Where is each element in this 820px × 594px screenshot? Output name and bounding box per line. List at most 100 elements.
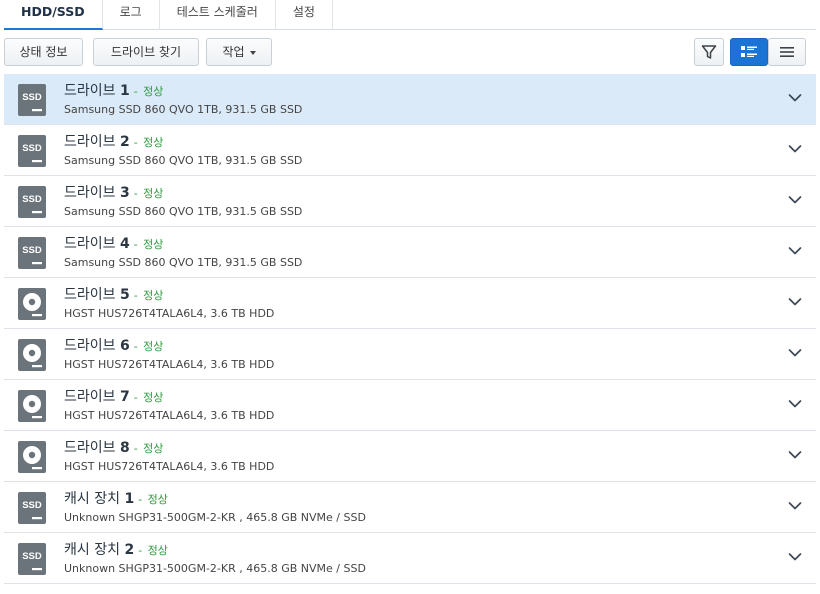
drive-description: HGST HUS726T4TALA6L4, 3.6 TB HDD (64, 307, 275, 320)
action-label: 작업 (222, 45, 245, 59)
drive-title: 드라이브 6- 정상 (64, 335, 163, 355)
status-separator: - (133, 187, 138, 200)
status-label: 정상 (143, 187, 164, 200)
chevron-down-icon[interactable] (788, 195, 802, 205)
chevron-down-icon[interactable] (788, 93, 802, 103)
status-label: 정상 (143, 238, 164, 251)
chevron-down-icon[interactable] (788, 246, 802, 256)
drive-description: Samsung SSD 860 QVO 1TB, 931.5 GB SSD (64, 256, 303, 269)
tab-settings[interactable]: 설정 (276, 0, 333, 30)
status-label: 정상 (143, 289, 164, 302)
drive-row[interactable]: SSD 드라이브 4- 정상 Samsung SSD 860 QVO 1TB, 93… (4, 227, 816, 278)
drive-description: Unknown SHGP31-500GM-2-KR , 465.8 GB NVM… (64, 562, 366, 575)
drive-number: 6 (119, 338, 130, 354)
status-label: 정상 (147, 544, 168, 557)
chevron-down-icon[interactable] (788, 501, 802, 511)
drive-description: Samsung SSD 860 QVO 1TB, 931.5 GB SSD (64, 103, 303, 116)
detail-view-button[interactable] (730, 38, 768, 66)
drive-title: 캐시 장치 2- 정상 (64, 539, 168, 559)
action-dropdown-button[interactable]: 작업 (206, 38, 272, 66)
status-separator: - (133, 391, 138, 404)
chevron-down-icon[interactable] (788, 144, 802, 154)
status-separator: - (138, 493, 143, 506)
drive-title: 드라이브 8- 정상 (64, 437, 163, 457)
drive-number: 5 (119, 287, 130, 303)
status-label: 정상 (143, 391, 164, 404)
ssd-icon: SSD (18, 237, 46, 269)
drive-row[interactable]: 드라이브 7- 정상 HGST HUS726T4TALA6L4, 3.6 TB H… (4, 380, 816, 431)
status-label: 정상 (143, 85, 164, 98)
tab-test-scheduler[interactable]: 테스트 스케줄러 (160, 0, 276, 30)
drive-row[interactable]: SSD 캐시 장치 2- 정상 Unknown SHGP31-500GM-2-KR … (4, 533, 816, 584)
drive-row[interactable]: 드라이브 8- 정상 HGST HUS726T4TALA6L4, 3.6 TB H… (4, 431, 816, 482)
ssd-icon: SSD (18, 135, 46, 167)
drive-title: 드라이브 3- 정상 (64, 182, 163, 202)
drive-row[interactable]: 드라이브 5- 정상 HGST HUS726T4TALA6L4, 3.6 TB H… (4, 278, 816, 329)
tab-bar: HDD/SSD 로그 테스트 스케줄러 설정 (4, 0, 816, 30)
caret-down-icon (249, 50, 256, 55)
chevron-down-icon[interactable] (788, 297, 802, 307)
chevron-down-icon[interactable] (788, 399, 802, 409)
status-label: 정상 (143, 340, 164, 353)
drive-name: 캐시 장치 (64, 491, 120, 507)
drive-name: 드라이브 (64, 236, 116, 252)
status-separator: - (133, 238, 138, 251)
drive-number: 8 (119, 440, 130, 456)
ssd-icon: SSD (18, 186, 46, 218)
hdd-icon (18, 288, 46, 320)
drive-name: 드라이브 (64, 185, 116, 201)
ssd-icon: SSD (18, 492, 46, 524)
detail-list-icon (741, 46, 757, 57)
drive-number: 2 (119, 134, 130, 150)
hdd-icon (18, 339, 46, 371)
drive-name: 드라이브 (64, 338, 116, 354)
drive-title: 캐시 장치 1- 정상 (64, 488, 168, 508)
drive-number: 1 (124, 491, 135, 507)
drive-number: 1 (119, 83, 130, 99)
drive-row[interactable]: SSD 캐시 장치 1- 정상 Unknown SHGP31-500GM-2-KR … (4, 482, 816, 533)
chevron-down-icon[interactable] (788, 348, 802, 358)
drive-name: 드라이브 (64, 440, 116, 456)
drive-row[interactable]: SSD 드라이브 2- 정상 Samsung SSD 860 QVO 1TB, 93… (4, 125, 816, 176)
status-separator: - (133, 85, 138, 98)
status-info-button[interactable]: 상태 정보 (4, 38, 83, 66)
drive-description: HGST HUS726T4TALA6L4, 3.6 TB HDD (64, 409, 275, 422)
drive-list: SSD 드라이브 1- 정상 Samsung SSD 860 QVO 1TB, 93… (4, 74, 816, 584)
list-view-button[interactable] (768, 38, 806, 66)
drive-name: 드라이브 (64, 83, 116, 99)
svg-text:SSD: SSD (22, 92, 42, 103)
drive-number: 2 (124, 542, 135, 558)
status-separator: - (133, 340, 138, 353)
chevron-down-icon[interactable] (788, 450, 802, 460)
ssd-icon: SSD (18, 543, 46, 575)
status-label: 정상 (143, 136, 164, 149)
drive-title: 드라이브 7- 정상 (64, 386, 163, 406)
tab-hdd-ssd[interactable]: HDD/SSD (4, 0, 103, 30)
drive-description: Unknown SHGP31-500GM-2-KR , 465.8 GB NVM… (64, 511, 366, 524)
hdd-icon (18, 390, 46, 422)
drive-row[interactable]: SSD 드라이브 1- 정상 Samsung SSD 860 QVO 1TB, 93… (4, 74, 816, 125)
status-separator: - (133, 289, 138, 302)
filter-icon (701, 45, 717, 59)
drive-number: 7 (119, 389, 130, 405)
ssd-icon: SSD (18, 84, 46, 116)
status-label: 정상 (147, 493, 168, 506)
drive-title: 드라이브 2- 정상 (64, 131, 163, 151)
toolbar: 상태 정보 드라이브 찾기 작업 (4, 38, 816, 66)
tab-log[interactable]: 로그 (103, 0, 160, 30)
drive-description: HGST HUS726T4TALA6L4, 3.6 TB HDD (64, 460, 275, 473)
drive-title: 드라이브 4- 정상 (64, 233, 163, 253)
drive-name: 드라이브 (64, 134, 116, 150)
drive-row[interactable]: 드라이브 6- 정상 HGST HUS726T4TALA6L4, 3.6 TB H… (4, 329, 816, 380)
drive-name: 캐시 장치 (64, 542, 120, 558)
status-separator: - (138, 544, 143, 557)
status-separator: - (133, 136, 138, 149)
chevron-down-icon[interactable] (788, 552, 802, 562)
status-label: 정상 (143, 442, 164, 455)
filter-button[interactable] (694, 38, 724, 66)
hdd-icon (18, 441, 46, 473)
status-separator: - (133, 442, 138, 455)
drive-number: 4 (119, 236, 130, 252)
drive-row[interactable]: SSD 드라이브 3- 정상 Samsung SSD 860 QVO 1TB, 93… (4, 176, 816, 227)
find-drive-button[interactable]: 드라이브 찾기 (93, 38, 199, 66)
